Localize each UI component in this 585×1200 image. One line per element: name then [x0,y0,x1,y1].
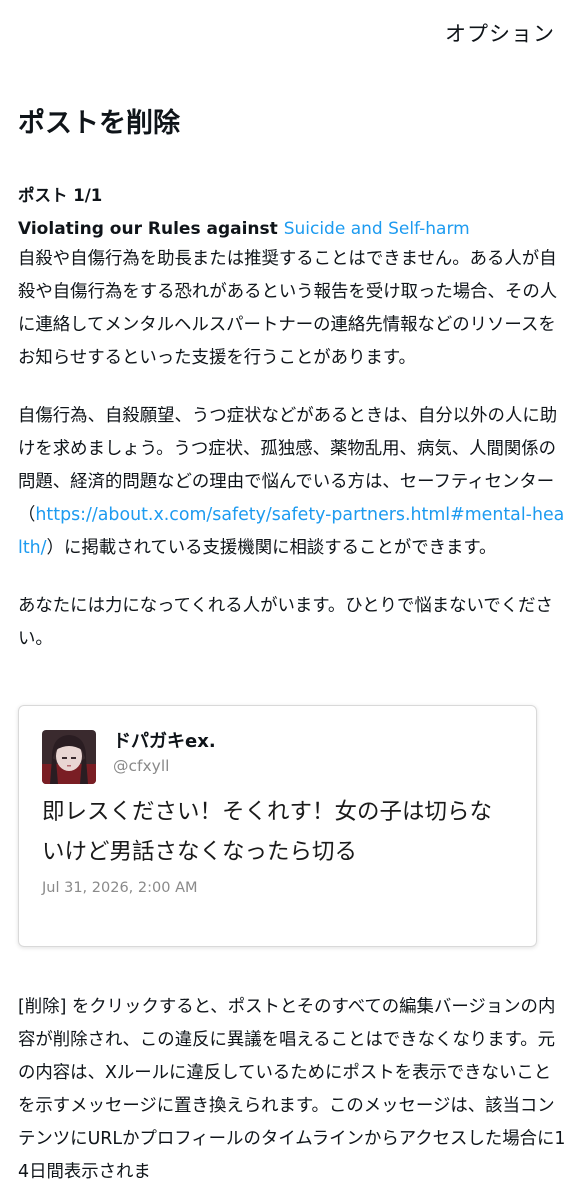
avatar [42,730,96,784]
page-title: ポストを削除 [18,108,180,139]
tweet-card: ドパガキex. @cfxyll 即レスください！そくれす！女の子は切らないけど男… [18,705,537,947]
violation-heading: Violating our Rules against Suicide and … [18,215,567,243]
tweet-display-name: ドパガキex. [113,731,216,752]
paragraph-help: 自傷行為、自殺願望、うつ症状などがあるときは、自分以外の人に助けを求めましょう。… [18,400,567,565]
main-content: ポストを削除 ポスト 1/1 Violating our Rules again… [0,104,585,1189]
top-bar: オプション [0,0,585,64]
tweet-handle: @cfxyll [113,757,170,775]
paragraph-policy: 自殺や自傷行為を助長または推奨することはできません。ある人が自殺や自傷行為をする… [18,249,558,368]
rule-link[interactable]: Suicide and Self-harm [284,219,470,239]
avatar-image [42,730,96,784]
paragraph-support: あなたには力になってくれる人がいます。ひとりで悩まないでください。 [18,596,553,649]
violation-prefix: Violating our Rules against [18,219,284,239]
post-count: ポスト 1/1 [18,186,103,205]
tweet-timestamp: Jul 31, 2026, 2:00 AM [42,880,198,896]
paragraph-delete-info: [削除] をクリックすると、ポストとそのすべての編集バージョンの内容が削除され、… [18,997,566,1182]
paragraph-help-text-end: ）に掲載されている支援機関に相談することができます。 [46,538,497,558]
tweet-text: 即レスください！そくれす！女の子は切らないけど男話さなくなったら切る [42,799,493,865]
options-button[interactable]: オプション [445,18,555,48]
